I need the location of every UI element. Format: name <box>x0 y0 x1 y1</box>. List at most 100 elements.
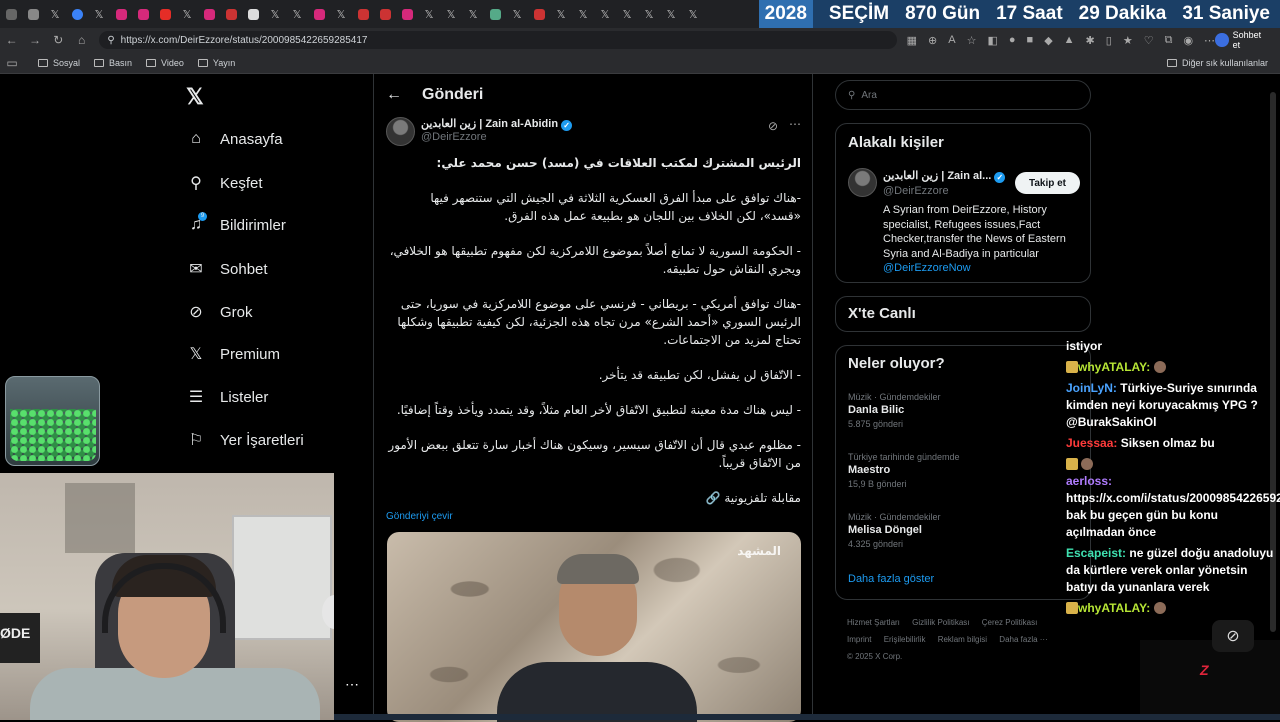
trend-item[interactable]: Müzik · Gündemdekiler Melisa Döngel 4.32… <box>848 512 941 549</box>
more-options-icon[interactable]: ⋯ <box>345 676 359 693</box>
bookmark-folder[interactable]: Video <box>146 58 184 68</box>
footer-link[interactable]: Imprint <box>847 635 871 644</box>
extension-icon[interactable]: ◆ <box>1044 34 1052 47</box>
favorites-icon[interactable]: ★ <box>1123 34 1133 47</box>
avatar[interactable] <box>386 117 415 146</box>
tab-news-icon[interactable] <box>352 0 374 28</box>
extension-icon[interactable]: ◧ <box>987 34 997 47</box>
x-logo-icon[interactable]: 𝕏 <box>186 84 204 110</box>
tab-x-icon[interactable]: 𝕏 <box>88 0 110 28</box>
footer-link[interactable]: Erişilebilirlik <box>884 635 926 644</box>
nav-item-bookmarks[interactable]: ⚐ Yer İşaretleri <box>186 430 304 450</box>
tab-x-icon[interactable]: 𝕏 <box>462 0 484 28</box>
tab-x-icon[interactable]: 𝕏 <box>418 0 440 28</box>
tab-x-icon[interactable]: 𝕏 <box>660 0 682 28</box>
tab-x-icon[interactable]: 𝕏 <box>176 0 198 28</box>
author-name[interactable]: زين العابدين | Zain al-Abidin ✓ <box>421 117 573 131</box>
search-input[interactable]: ⚲ Ara <box>835 80 1091 110</box>
footer-link[interactable]: Daha fazla ··· <box>999 635 1047 644</box>
tab-x-icon[interactable]: 𝕏 <box>550 0 572 28</box>
tab-news-icon[interactable] <box>220 0 242 28</box>
tab-icon[interactable] <box>484 0 506 28</box>
trend-item[interactable]: Müzik · Gündemdekiler Danla Bilic 5.875 … <box>848 392 941 429</box>
tab-x-icon[interactable]: 𝕏 <box>506 0 528 28</box>
footer-link[interactable]: Gizlilik Politikası <box>912 618 969 627</box>
forward-icon[interactable]: → <box>23 33 46 47</box>
related-name[interactable]: زين العابدين | Zain al... ✓ <box>883 169 1006 183</box>
other-bookmarks[interactable]: Diğer sık kullanılanlar <box>1166 58 1268 68</box>
tab-icon[interactable] <box>0 0 22 28</box>
extension-icon[interactable]: ■ <box>1027 34 1034 47</box>
copilot-chat-button[interactable]: Sohbet et <box>1215 30 1270 50</box>
profile-icon[interactable]: ◉ <box>1183 34 1193 47</box>
extension-icon[interactable]: ▦ <box>907 34 917 47</box>
url-field[interactable]: ⚲ https://x.com/DeirEzzore/status/200098… <box>99 31 897 49</box>
bookmark-folder[interactable]: Basın <box>94 58 132 68</box>
more-icon[interactable]: ⋯ <box>789 117 801 131</box>
heart-icon[interactable]: ♡ <box>1144 34 1154 47</box>
grok-compose-icon[interactable]: ⊘ <box>1212 620 1254 652</box>
bio-link[interactable]: @DeirEzzoreNow <box>883 262 971 274</box>
menu-dots-icon[interactable]: ⋯ <box>1204 34 1215 47</box>
tab-x-icon[interactable]: 𝕏 <box>330 0 352 28</box>
tab-x-icon[interactable]: 𝕏 <box>264 0 286 28</box>
bookmark-folder[interactable]: Sosyal <box>38 58 80 68</box>
site-info-icon[interactable]: ⚲ <box>107 35 114 46</box>
split-screen-icon[interactable]: ▯ <box>1106 34 1112 47</box>
reload-icon[interactable]: ↻ <box>47 33 70 47</box>
tab-actions-icon[interactable]: ▭ <box>0 56 24 70</box>
footer-link[interactable]: Hizmet Şartları <box>847 618 900 627</box>
tab-instagram-icon[interactable] <box>110 0 132 28</box>
tab-x-icon[interactable]: 𝕏 <box>286 0 308 28</box>
follow-button[interactable]: Takip et <box>1015 172 1080 194</box>
translate-post-link[interactable]: Gönderiyi çevir <box>386 511 453 522</box>
tab-instagram-icon[interactable] <box>132 0 154 28</box>
chat-message: whyATALAY: <box>1066 359 1278 376</box>
show-more-link[interactable]: Daha fazla göster <box>848 573 934 585</box>
collections-icon[interactable]: ⧉ <box>1165 34 1173 47</box>
tab-x-icon[interactable]: 𝕏 <box>572 0 594 28</box>
footer-link[interactable]: Çerez Politikası <box>982 618 1038 627</box>
grok-icon[interactable]: ⊘ <box>768 119 778 133</box>
tab-x-icon[interactable]: 𝕏 <box>682 0 704 28</box>
zoom-icon[interactable]: ⊕ <box>928 34 937 47</box>
extension-icon[interactable]: ● <box>1009 34 1016 47</box>
tab-news-icon[interactable] <box>528 0 550 28</box>
tweet-video[interactable]: المشهد <box>387 532 801 722</box>
nav-item-explore[interactable]: ⚲ Keşfet <box>186 173 262 193</box>
extension-icon[interactable]: ▲ <box>1064 34 1075 47</box>
nav-item-lists[interactable]: ☰ Listeler <box>186 387 269 407</box>
home-icon[interactable]: ⌂ <box>70 33 93 47</box>
read-aloud-icon[interactable]: A <box>948 34 955 47</box>
tab-news-icon[interactable] <box>374 0 396 28</box>
tab-x-icon[interactable]: 𝕏 <box>638 0 660 28</box>
nav-item-grok[interactable]: ⊘ Grok <box>186 302 252 322</box>
nav-item-premium[interactable]: 𝕏 Premium <box>186 344 280 364</box>
bookmark-folder[interactable]: Yayın <box>197 58 235 68</box>
tab-icon[interactable] <box>66 0 88 28</box>
tab-instagram-icon[interactable] <box>396 0 418 28</box>
nav-item-notifications[interactable]: ♫ 9 Bildirimler <box>186 212 286 234</box>
tab-news-icon[interactable] <box>242 0 264 28</box>
tab-instagram-icon[interactable] <box>308 0 330 28</box>
tab-x-icon[interactable]: 𝕏 <box>440 0 462 28</box>
tab-icon[interactable] <box>22 0 44 28</box>
extensions-icon[interactable]: ✱ <box>1086 34 1095 47</box>
tab-x-icon[interactable]: 𝕏 <box>44 0 66 28</box>
nav-item-messages[interactable]: ✉ Sohbet <box>186 259 267 279</box>
favorite-icon[interactable]: ☆ <box>967 34 977 47</box>
nav-item-home[interactable]: ⌂ Anasayfa <box>186 130 282 148</box>
back-icon[interactable]: ← <box>0 33 23 47</box>
avatar[interactable] <box>848 168 877 197</box>
mail-icon: ✉ <box>189 261 203 278</box>
tab-x-icon[interactable]: 𝕏 <box>594 0 616 28</box>
tab-instagram-icon[interactable] <box>198 0 220 28</box>
back-arrow-icon[interactable]: ← <box>386 86 402 104</box>
tab-x-icon[interactable]: 𝕏 <box>616 0 638 28</box>
footer-link[interactable]: Reklam bilgisi <box>938 635 987 644</box>
related-handle[interactable]: @DeirEzzore <box>883 185 949 197</box>
author-handle[interactable]: @DeirEzzore <box>421 131 487 143</box>
trend-item[interactable]: Türkiye tarihinde gündemde Maestro 15,9 … <box>848 452 960 489</box>
live-on-x-card[interactable]: X'te Canlı <box>835 296 1091 332</box>
tab-youtube-icon[interactable] <box>154 0 176 28</box>
